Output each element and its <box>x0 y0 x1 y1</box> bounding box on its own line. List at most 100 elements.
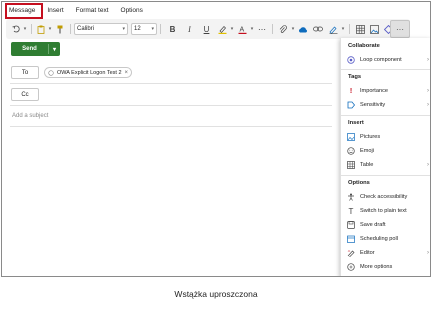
subject-input[interactable]: Add a subject <box>12 113 48 119</box>
menu-divider <box>341 69 430 70</box>
menu-item-label: Sensitivity <box>360 102 386 108</box>
menu-item-table[interactable]: Table › <box>347 159 429 171</box>
undo-chevron-icon[interactable]: ▾ <box>22 22 28 36</box>
cc-button[interactable]: Cc <box>11 88 39 101</box>
toolbar-divider <box>349 24 350 34</box>
field-divider <box>10 126 332 127</box>
message-tab-highlight <box>5 3 43 19</box>
toolbar-divider <box>272 24 273 34</box>
menu-item-label: Loop component <box>360 57 402 63</box>
menu-item-emoji[interactable]: Emoji <box>347 145 429 157</box>
presence-icon <box>48 69 54 76</box>
menu-divider <box>341 175 430 176</box>
font-name-value: Calibri <box>77 26 95 32</box>
table-icon <box>347 161 355 169</box>
toolbar-divider <box>31 24 32 34</box>
menu-item-save-draft[interactable]: Save draft <box>347 219 429 231</box>
tab-format-text[interactable]: Format text <box>70 2 115 19</box>
table-icon[interactable] <box>353 22 367 36</box>
loop-icon <box>347 56 355 64</box>
section-insert: Insert <box>348 120 364 126</box>
save-icon <box>347 221 355 229</box>
menu-item-label: Pictures <box>360 134 381 140</box>
chevron-right-icon: › <box>427 250 429 256</box>
figure-caption: Wstążka uproszczona <box>174 289 258 299</box>
menu-item-sensitivity[interactable]: Sensitivity › <box>347 99 429 111</box>
recipient-chip[interactable]: OWA Explicit Logon Test 2 × <box>44 67 133 78</box>
menu-item-label: Switch to plain text <box>360 208 407 214</box>
menu-item-more-options[interactable]: More options <box>347 261 429 273</box>
tab-options[interactable]: Options <box>115 2 149 19</box>
more-options-button[interactable]: ··· <box>390 20 410 38</box>
chevron-right-icon: › <box>427 88 429 94</box>
more-options-menu: Collaborate Loop component › Tags ! Impo… <box>340 38 430 276</box>
exclamation-icon: ! <box>349 87 353 95</box>
send-chevron-icon[interactable]: ▾ <box>49 46 60 53</box>
to-button[interactable]: To <box>11 66 39 79</box>
remove-recipient-icon[interactable]: × <box>125 70 129 76</box>
chevron-down-icon: ▾ <box>122 26 125 32</box>
sensitivity-icon <box>347 101 355 109</box>
simplified-ribbon: ▾ ▾ Calibri ▾ 12 ▾ B I U ▾ A ▾ ⋯ ▾ ▾ <box>6 19 410 39</box>
emoji-icon <box>347 147 355 155</box>
accessibility-icon <box>347 193 355 201</box>
section-options: Options <box>348 180 370 186</box>
menu-item-pictures[interactable]: Pictures <box>347 131 429 143</box>
chevron-right-icon: › <box>427 102 429 108</box>
poll-icon <box>347 235 355 243</box>
toolbar-divider <box>160 24 161 34</box>
menu-item-label: Importance <box>360 88 388 94</box>
editor-icon <box>347 249 355 257</box>
onedrive-icon[interactable] <box>296 22 310 36</box>
section-collaborate: Collaborate <box>348 43 380 49</box>
menu-item-check-accessibility[interactable]: Check accessibility <box>347 191 429 203</box>
menu-item-label: More options <box>360 264 393 270</box>
chevron-right-icon: › <box>427 57 429 63</box>
send-button[interactable]: Send ▾ <box>11 42 60 56</box>
undo-icon[interactable] <box>10 22 22 36</box>
recipient-name: OWA Explicit Logon Test 2 <box>57 69 122 76</box>
font-size-select[interactable]: 12 ▾ <box>131 23 157 35</box>
menu-item-loop-component[interactable]: Loop component › <box>347 54 429 66</box>
link-icon[interactable] <box>310 22 326 36</box>
menu-item-label: Emoji <box>360 148 374 154</box>
section-tags: Tags <box>348 74 362 80</box>
svg-text:A: A <box>239 26 244 33</box>
bold-button[interactable]: B <box>164 22 181 36</box>
menu-item-label: Scheduling poll <box>360 236 398 242</box>
chevron-right-icon: › <box>427 162 429 168</box>
compose-window: Message Insert Format text Options ▾ ▾ C… <box>1 1 431 277</box>
send-label: Send <box>22 46 37 52</box>
attach-file-icon[interactable] <box>276 22 290 36</box>
chevron-down-icon: ▾ <box>151 26 154 32</box>
picture-icon <box>347 133 355 141</box>
underline-button[interactable]: U <box>198 22 215 36</box>
signature-icon[interactable] <box>326 22 340 36</box>
clipboard-icon[interactable] <box>35 22 47 36</box>
font-size-value: 12 <box>134 26 141 32</box>
tab-insert[interactable]: Insert <box>41 2 69 19</box>
font-name-select[interactable]: Calibri ▾ <box>74 23 128 35</box>
toolbar-divider <box>70 24 71 34</box>
menu-item-label: Editor <box>360 250 375 256</box>
menu-item-switch-plain-text[interactable]: T Switch to plain text <box>347 205 429 217</box>
field-divider <box>10 105 332 106</box>
more-formatting-icon[interactable]: ⋯ <box>255 22 269 36</box>
field-divider <box>10 83 332 84</box>
menu-item-label: Save draft <box>360 222 386 228</box>
menu-item-label: Table <box>360 162 374 168</box>
menu-item-label: Check accessibility <box>360 194 408 200</box>
menu-item-importance[interactable]: ! Importance › <box>347 85 429 97</box>
format-painter-icon[interactable] <box>53 22 67 36</box>
menu-divider <box>341 115 430 116</box>
ribbon-tabs: Message Insert Format text Options <box>2 2 430 19</box>
text-icon: T <box>348 206 354 216</box>
highlight-icon[interactable] <box>215 22 229 36</box>
more-icon <box>347 263 355 271</box>
signature-chevron-icon[interactable]: ▾ <box>340 22 346 36</box>
menu-item-editor[interactable]: Editor › <box>347 247 429 259</box>
font-color-icon[interactable]: A <box>235 22 249 36</box>
picture-icon[interactable] <box>367 22 381 36</box>
italic-button[interactable]: I <box>181 22 198 36</box>
menu-item-scheduling-poll[interactable]: Scheduling poll <box>347 233 429 245</box>
